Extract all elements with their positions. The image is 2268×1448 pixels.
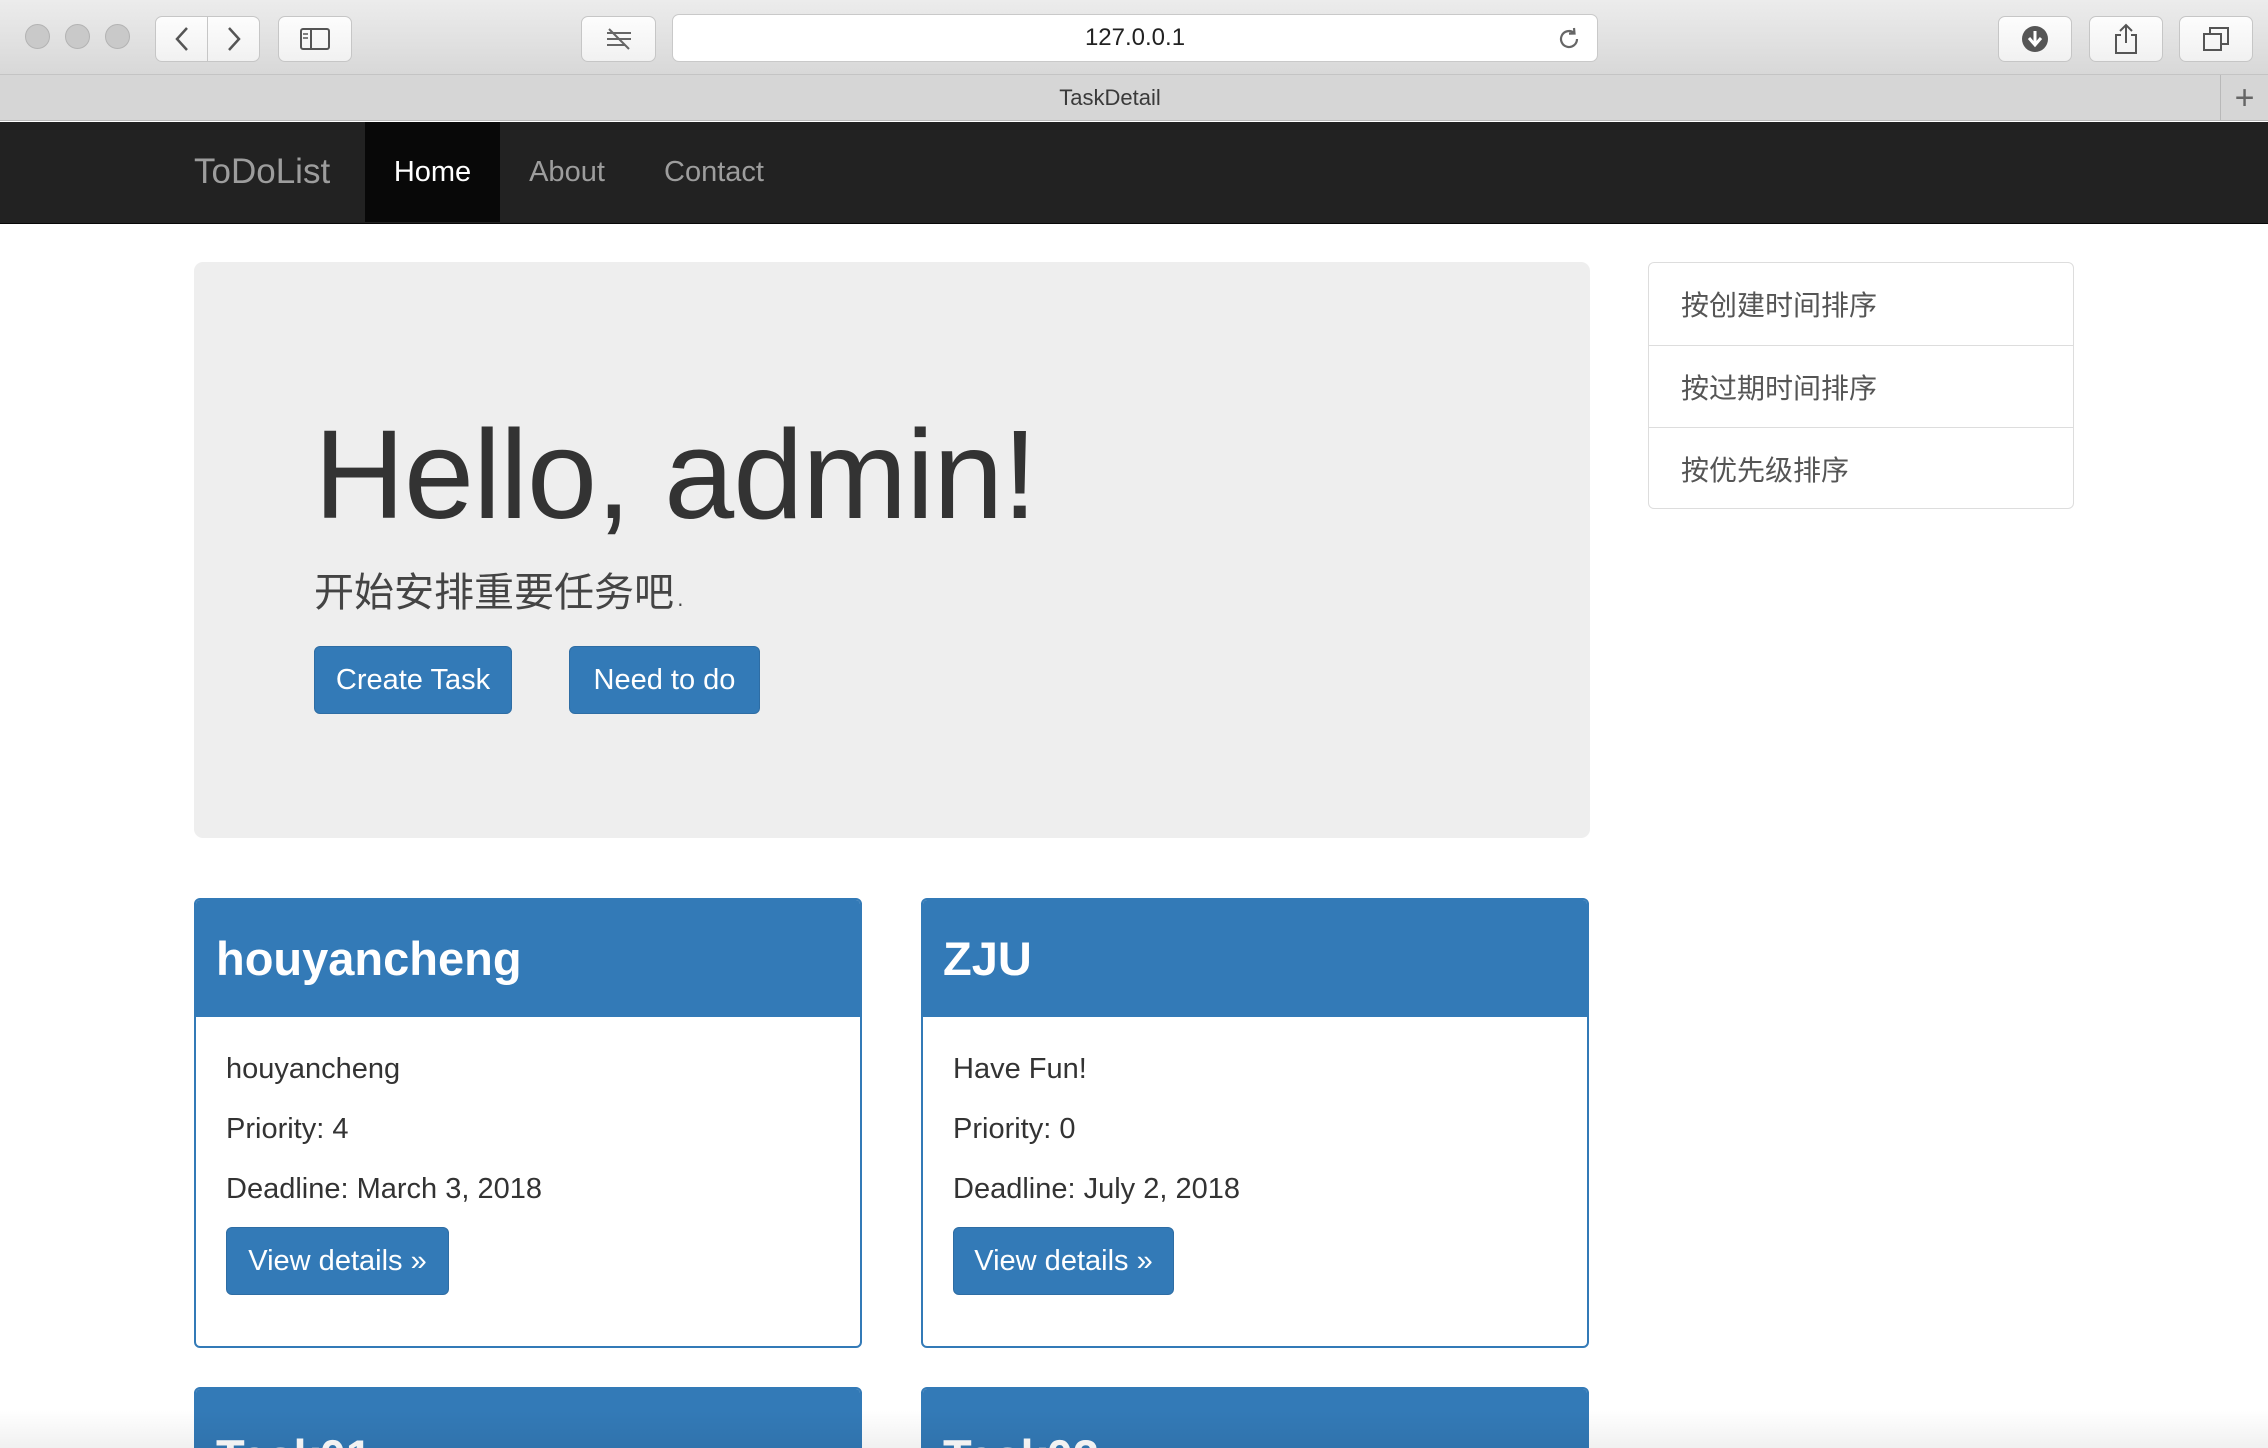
back-chevron-icon [174,27,188,51]
task-priority: Priority: 0 [953,1113,1076,1145]
tab-bar: TaskDetail + [0,75,2268,121]
view-details-button[interactable]: View details » [226,1227,449,1295]
welcome-heading: Hello, admin! [314,404,1037,545]
task-priority: Priority: 4 [226,1113,349,1145]
nav-item-contact[interactable]: Contact [634,122,794,222]
zoom-window-button[interactable] [105,24,130,49]
create-task-button[interactable]: Create Task [314,646,512,714]
task-card: houyancheng houyancheng Priority: 4 Dead… [194,898,862,1348]
sort-by-created-time[interactable]: 按创建时间排序 [1649,263,2073,345]
downloads-button[interactable] [1998,16,2072,62]
need-to-do-button[interactable]: Need to do [569,646,760,714]
welcome-jumbotron: Hello, admin! 开始安排重要任务吧. Create Task Nee… [194,262,1590,838]
back-button[interactable] [156,17,207,61]
task-description: houyancheng [226,1053,401,1085]
task-card: ZJU Have Fun! Priority: 0 Deadline: July… [921,898,1589,1348]
top-navbar: ToDoList Home About Contact [0,122,2268,224]
sort-options-list: 按创建时间排序 按过期时间排序 按优先级排序 [1648,262,2074,509]
history-nav [155,16,260,62]
task-card-title: ZJU [923,900,1587,1017]
navbar-brand[interactable]: ToDoList [194,122,330,222]
forward-chevron-icon [227,27,241,51]
task-deadline: Deadline: July 2, 2018 [953,1173,1240,1205]
download-icon [2022,26,2048,52]
plus-icon: + [2234,78,2255,117]
sort-by-deadline[interactable]: 按过期时间排序 [1649,345,2073,427]
view-details-button[interactable]: View details » [953,1227,1174,1295]
close-window-button[interactable] [25,24,50,49]
sort-by-priority[interactable]: 按优先级排序 [1649,427,2073,509]
task-card-title: houyancheng [196,900,860,1017]
tab-title-label: TaskDetail [1059,85,1161,110]
tab-active[interactable]: TaskDetail [0,75,2220,121]
minimize-window-button[interactable] [65,24,90,49]
reload-button[interactable] [1555,25,1583,60]
sidebar-icon [300,28,330,50]
sidebar-button[interactable] [278,16,352,62]
task-description: Have Fun! [953,1053,1087,1085]
address-bar[interactable]: 127.0.0.1 [672,14,1598,62]
new-tab-button[interactable]: + [2220,75,2268,121]
reader-mode-button[interactable] [581,16,656,62]
window-bottom-shadow [0,1410,2268,1448]
reload-icon [1559,27,1579,49]
welcome-subtitle: 开始安排重要任务吧. [314,570,687,616]
reader-mode-icon [606,28,631,50]
nav-item-about[interactable]: About [500,122,634,222]
share-button[interactable] [2089,16,2163,62]
task-deadline: Deadline: March 3, 2018 [226,1173,542,1205]
tab-overview-button[interactable] [2179,16,2253,62]
forward-button[interactable] [207,17,259,61]
url-text: 127.0.0.1 [1084,24,1186,51]
browser-toolbar: 127.0.0.1 [0,0,2268,75]
tabs-icon [2203,27,2229,51]
share-icon [2115,23,2137,54]
nav-item-home[interactable]: Home [365,122,500,222]
